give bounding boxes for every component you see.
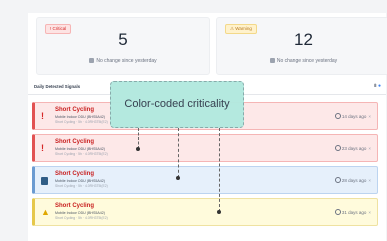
clock-icon — [334, 209, 341, 215]
dismiss-icon[interactable]: × — [368, 210, 371, 215]
signal-title: Short Cycling — [55, 107, 95, 113]
signal-age-text: 31 days ago — [341, 210, 367, 215]
database-icon — [41, 177, 48, 185]
clock-icon — [334, 177, 341, 183]
signal-title: Short Cycling — [55, 203, 95, 209]
signal-age: 14 days ago × — [334, 113, 371, 119]
warning-triangle-icon: ▲ — [41, 207, 50, 217]
signal-subtitle: Mobile Indoor ODU (BHS5A42) — [55, 147, 105, 151]
signal-age: 23 days ago × — [334, 145, 371, 151]
annotation-leader-line — [138, 128, 139, 149]
dismiss-icon[interactable]: × — [368, 178, 371, 183]
checkbox-icon — [269, 58, 275, 63]
dismiss-icon[interactable]: × — [368, 114, 371, 119]
annotation-marker — [217, 210, 221, 214]
signal-age: 31 days ago × — [334, 209, 371, 215]
signal-age-text: 14 days ago — [341, 114, 367, 119]
warning-change-note: No change since yesterday — [217, 58, 387, 65]
annotation-leader-line — [219, 128, 220, 212]
annotation-leader-line — [178, 128, 179, 178]
signal-title: Short Cycling — [55, 171, 95, 177]
dismiss-icon[interactable]: × — [368, 146, 371, 151]
signal-row-critical[interactable]: ! Short Cycling Mobile Indoor ODU (BHS5A… — [32, 134, 378, 162]
alert-exclamation-icon: ! — [41, 111, 44, 121]
section-title: Daily Detected Signals — [34, 84, 81, 89]
clock-icon — [334, 145, 341, 151]
signal-age-text: 28 days ago — [341, 178, 367, 183]
critical-stat-card[interactable]: ! Critical 5 No change since yesterday — [36, 17, 210, 75]
signal-meta: Short Cycling · 5h · 4.0RH3T5I(E2) — [55, 120, 108, 124]
signal-meta: Short Cycling · 5h · 4.0RH3T5I(E2) — [55, 184, 108, 188]
critical-change-text: No change since yesterday — [96, 58, 157, 64]
signal-subtitle: Mobile Indoor ODU (BHS5A42) — [55, 211, 105, 215]
critical-count: 5 — [118, 30, 128, 49]
checkbox-icon — [89, 58, 95, 63]
signal-row-warning[interactable]: ▲ Short Cycling Mobile Indoor ODU (BHS5A… — [32, 198, 378, 226]
signal-subtitle: Mobile Indoor ODU (BHS5A42) — [55, 115, 105, 119]
info-icon[interactable]: ● — [378, 83, 381, 89]
clock-icon — [334, 113, 341, 119]
signal-title: Short Cycling — [55, 139, 95, 145]
signal-meta: Short Cycling · 5h · 4.0RH3T5I(E2) — [55, 152, 108, 156]
signal-age: 28 days ago × — [334, 177, 371, 183]
signal-meta: Short Cycling · 5h · 4.0RH3T5I(E2) — [55, 216, 108, 220]
warning-change-text: No change since yesterday — [276, 58, 338, 64]
critical-change-note: No change since yesterday — [37, 58, 209, 65]
warning-count: 12 — [294, 30, 313, 49]
signal-age-text: 23 days ago — [341, 146, 367, 151]
filter-icon[interactable]: ⩩ — [374, 83, 377, 89]
signal-row-info[interactable]: Short Cycling Mobile Indoor ODU (BHS5A42… — [32, 166, 378, 194]
section-actions: ⩩ ● — [374, 83, 381, 89]
signal-subtitle: Mobile Indoor ODU (BHS5A42) — [55, 179, 105, 183]
warning-stat-card[interactable]: ⚠ Warning 12 No change since yesterday — [216, 17, 387, 75]
annotation-marker — [136, 147, 140, 151]
annotation-marker — [176, 176, 180, 180]
alert-exclamation-icon: ! — [41, 143, 44, 153]
annotation-callout: Color-coded criticality — [110, 81, 244, 128]
